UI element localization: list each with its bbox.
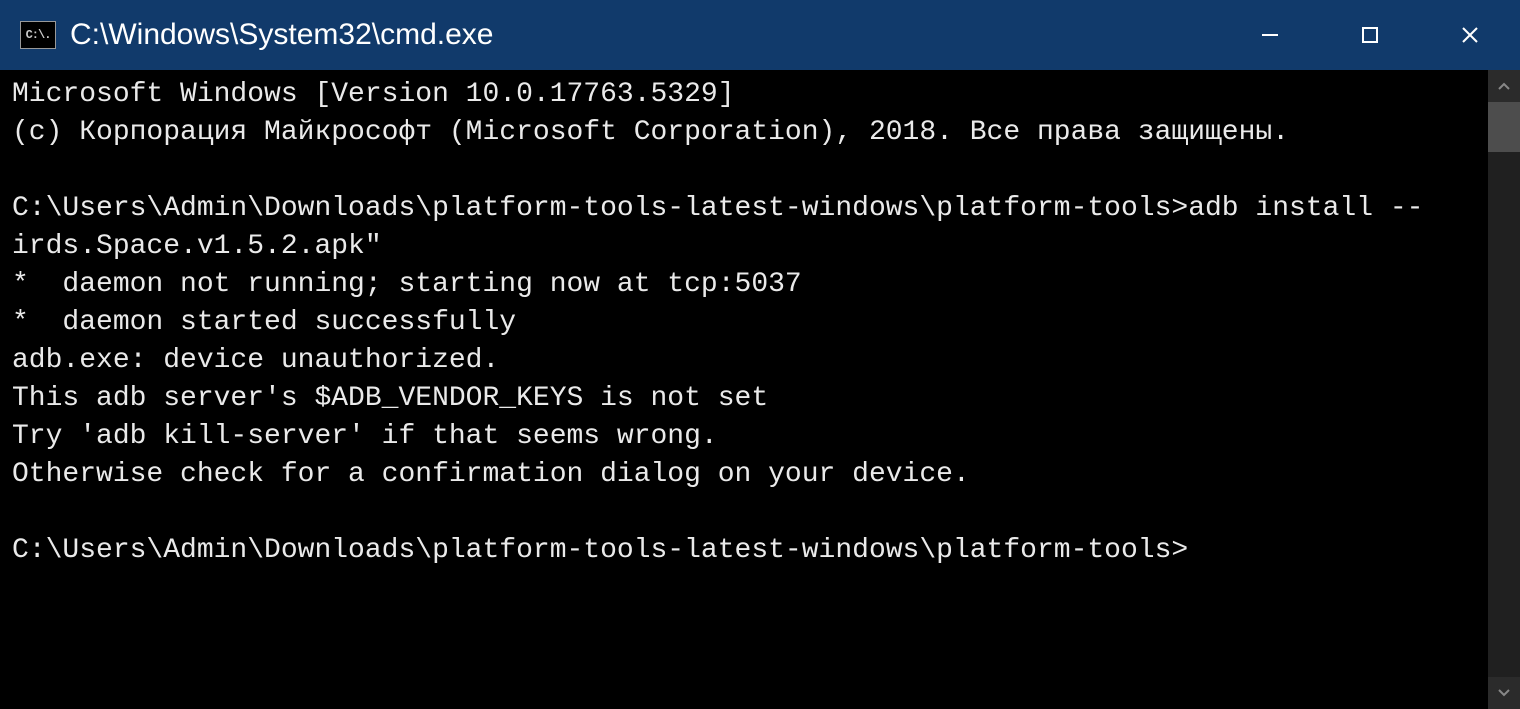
content-area: Microsoft Windows [Version 10.0.17763.53… <box>0 70 1520 709</box>
close-button[interactable] <box>1420 0 1520 70</box>
chevron-down-icon <box>1497 688 1511 698</box>
scroll-up-button[interactable] <box>1488 70 1520 102</box>
chevron-up-icon <box>1497 81 1511 91</box>
minimize-icon <box>1260 25 1280 45</box>
scrollbar-track[interactable] <box>1488 102 1520 677</box>
window-controls <box>1220 0 1520 70</box>
minimize-button[interactable] <box>1220 0 1320 70</box>
titlebar[interactable]: C:\. C:\Windows\System32\cmd.exe <box>0 0 1520 70</box>
maximize-button[interactable] <box>1320 0 1420 70</box>
scrollbar-thumb[interactable] <box>1488 102 1520 152</box>
close-icon <box>1460 25 1480 45</box>
scroll-down-button[interactable] <box>1488 677 1520 709</box>
maximize-icon <box>1361 26 1379 44</box>
window-title: C:\Windows\System32\cmd.exe <box>70 18 493 52</box>
cmd-icon: C:\. <box>20 21 56 49</box>
vertical-scrollbar[interactable] <box>1488 70 1520 709</box>
cmd-window: C:\. C:\Windows\System32\cmd.exe Mi <box>0 0 1520 709</box>
terminal-output[interactable]: Microsoft Windows [Version 10.0.17763.53… <box>0 70 1488 709</box>
